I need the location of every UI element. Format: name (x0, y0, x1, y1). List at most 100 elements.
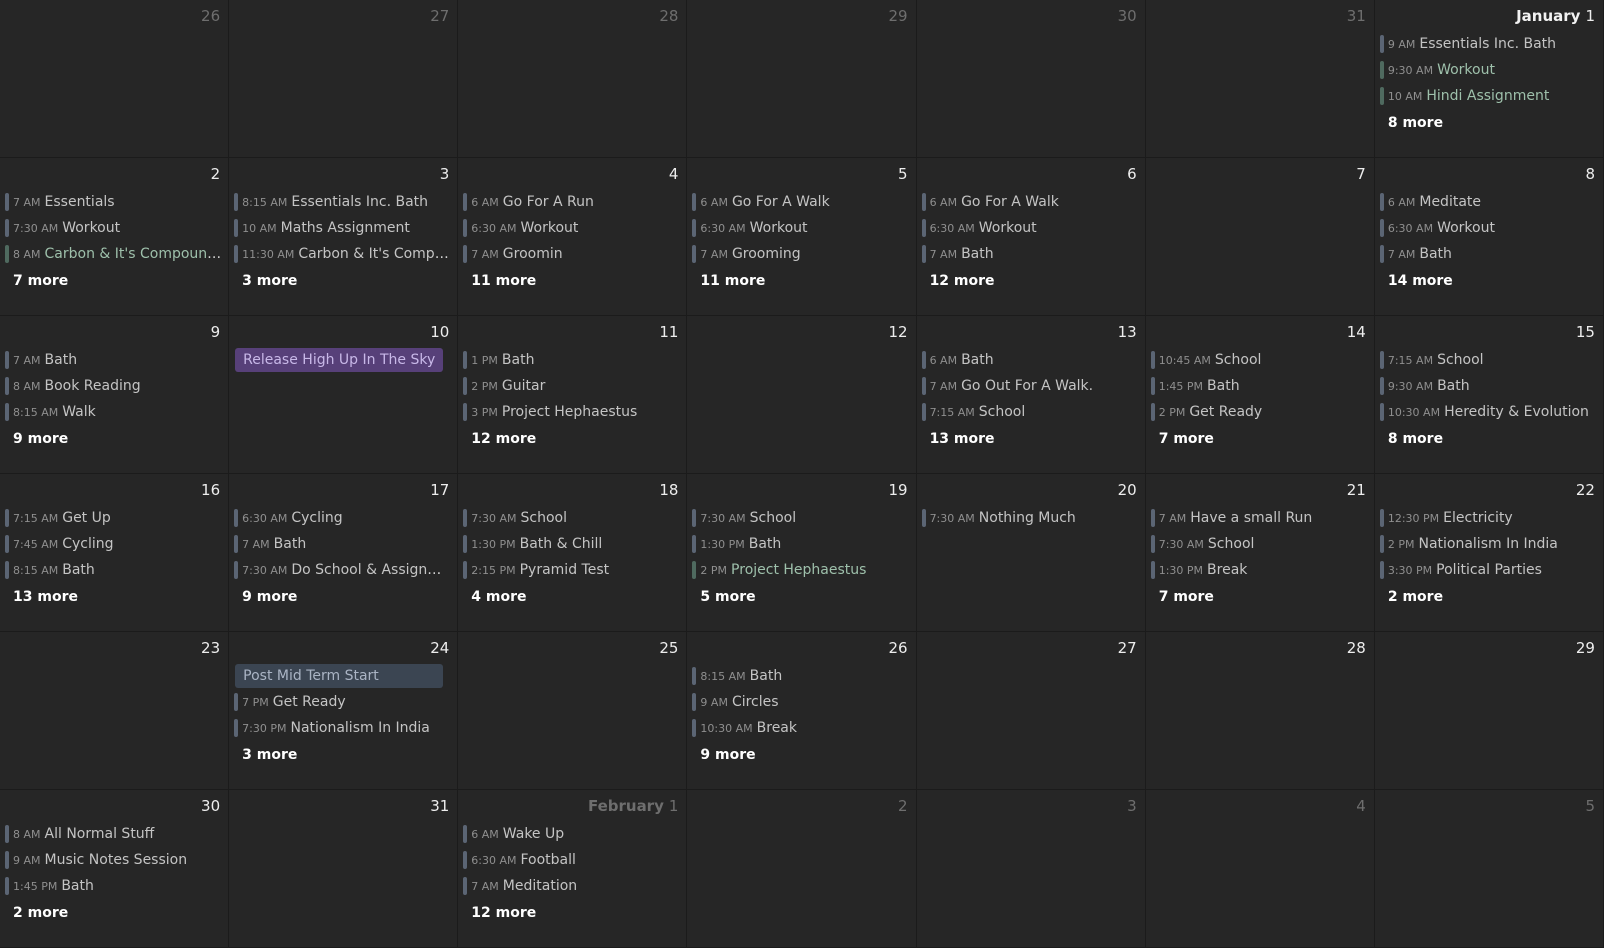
event-item[interactable]: 10 AM Maths Assignment (233, 216, 451, 240)
event-item[interactable]: 9 AM Circles (691, 690, 909, 714)
day-cell[interactable]: 19 7:30 AM School 1:30 PM Bath 2 PM Project He… (687, 474, 917, 632)
event-item[interactable]: 7:30 AM Workout (4, 216, 222, 240)
event-item[interactable]: 11:30 AM Carbon & It's Compo... (233, 242, 451, 266)
event-item[interactable]: 1:45 PM Bath (1150, 374, 1368, 398)
day-cell[interactable]: 28 (458, 0, 688, 158)
event-item[interactable]: 7 AM Go Out For A Walk. (921, 374, 1139, 398)
event-item[interactable]: 7 AM Essentials (4, 190, 222, 214)
day-cell[interactable]: 3 8:15 AM Essentials Inc. Bath 10 AM Maths A… (229, 158, 459, 316)
more-events-link[interactable]: 5 more (691, 584, 909, 608)
event-item[interactable]: 1:30 PM Bath & Chill (462, 532, 680, 556)
more-events-link[interactable]: 3 more (233, 268, 451, 292)
all-day-event[interactable]: Post Mid Term Start (235, 664, 444, 688)
more-events-link[interactable]: 8 more (1379, 426, 1597, 450)
day-cell[interactable]: 12 (687, 316, 917, 474)
day-cell[interactable]: 16 7:15 AM Get Up 7:45 AM Cycling 8:15 AM Bath… (0, 474, 230, 632)
event-item[interactable]: 7 AM Bath (233, 532, 451, 556)
day-cell[interactable]: 27 (916, 632, 1146, 790)
event-item[interactable]: 7:30 AM Nothing Much (921, 506, 1139, 530)
day-cell[interactable]: 25 (458, 632, 688, 790)
more-events-link[interactable]: 14 more (1379, 268, 1597, 292)
event-item[interactable]: 2 PM Get Ready (1150, 400, 1368, 424)
event-item[interactable]: 2 PM Project Hephaestus (691, 558, 909, 582)
more-events-link[interactable]: 13 more (4, 584, 222, 608)
day-cell[interactable]: 7 (1145, 158, 1375, 316)
day-cell[interactable]: 23 (0, 632, 230, 790)
day-cell[interactable]: February 1 6 AM Wake Up 6:30 AM Football 7 AM M… (458, 790, 688, 948)
day-cell[interactable]: 14 10:45 AM School 1:45 PM Bath 2 PM Get Ready… (1145, 316, 1375, 474)
day-cell[interactable]: January 1 9 AM Essentials Inc. Bath 9:30 AM W… (1374, 0, 1604, 158)
day-cell[interactable]: 97 AM Bath 8 AM Book Reading 8:15 AM Walk 9 mo… (0, 316, 230, 474)
more-events-link[interactable]: 2 more (1379, 584, 1597, 608)
event-item[interactable]: 7:30 AM School (462, 506, 680, 530)
event-item[interactable]: 6:30 AM Football (462, 848, 680, 872)
event-item[interactable]: 1:45 PM Bath (4, 874, 222, 898)
event-item[interactable]: 7 AM Have a small Run (1150, 506, 1368, 530)
event-item[interactable]: 3 PM Project Hephaestus (462, 400, 680, 424)
event-item[interactable]: 7 AM Grooming (691, 242, 909, 266)
event-item[interactable]: 9:30 AM Workout (1379, 58, 1597, 82)
event-item[interactable]: 8 AM Carbon & It's Compounds (4, 242, 222, 266)
more-events-link[interactable]: 11 more (462, 268, 680, 292)
event-item[interactable]: 7:45 AM Cycling (4, 532, 222, 556)
day-cell[interactable]: 27 AM Essentials 7:30 AM Workout 8 AM Carbon … (0, 158, 230, 316)
event-item[interactable]: 6:30 AM Cycling (233, 506, 451, 530)
day-cell[interactable]: 30 (916, 0, 1146, 158)
event-item[interactable]: 6:30 AM Workout (921, 216, 1139, 240)
more-events-link[interactable]: 9 more (233, 584, 451, 608)
more-events-link[interactable]: 9 more (691, 742, 909, 766)
event-item[interactable]: 7 AM Bath (1379, 242, 1597, 266)
day-cell[interactable]: 2 (687, 790, 917, 948)
day-cell[interactable]: 20 7:30 AM Nothing Much (916, 474, 1146, 632)
day-cell[interactable]: 13 6 AM Bath 7 AM Go Out For A Walk. 7:15 AM S… (916, 316, 1146, 474)
event-item[interactable]: 12:30 PM Electricity (1379, 506, 1597, 530)
event-item[interactable]: 10:30 AM Heredity & Evolution (1379, 400, 1597, 424)
event-item[interactable]: 6 AM Meditate (1379, 190, 1597, 214)
day-cell[interactable]: 3 (916, 790, 1146, 948)
event-item[interactable]: 9:30 AM Bath (1379, 374, 1597, 398)
event-item[interactable]: 8:15 AM Walk (4, 400, 222, 424)
event-item[interactable]: 6 AM Bath (921, 348, 1139, 372)
event-item[interactable]: 1:30 PM Bath (691, 532, 909, 556)
more-events-link[interactable]: 3 more (233, 742, 451, 766)
day-cell[interactable]: 18 7:30 AM School 1:30 PM Bath & Chill 2:15 P… (458, 474, 688, 632)
day-cell[interactable]: 56 AM Go For A Walk 6:30 AM Workout 7 AM Groo… (687, 158, 917, 316)
event-item[interactable]: 7:30 PM Nationalism In India (233, 716, 451, 740)
day-cell[interactable]: 86 AM Meditate 6:30 AM Workout 7 AM Bath 14 mo… (1374, 158, 1604, 316)
more-events-link[interactable]: 13 more (921, 426, 1139, 450)
event-item[interactable]: 8 AM Book Reading (4, 374, 222, 398)
event-item[interactable]: 7 AM Meditation (462, 874, 680, 898)
day-cell[interactable]: 31 (1145, 0, 1375, 158)
more-events-link[interactable]: 12 more (462, 426, 680, 450)
more-events-link[interactable]: 7 more (1150, 584, 1368, 608)
event-item[interactable]: 10:45 AM School (1150, 348, 1368, 372)
event-item[interactable]: 2 PM Guitar (462, 374, 680, 398)
day-cell[interactable]: 29 (687, 0, 917, 158)
event-item[interactable]: 7:30 AM Do School & Assignm... (233, 558, 451, 582)
more-events-link[interactable]: 7 more (1150, 426, 1368, 450)
day-cell[interactable]: 22 12:30 PM Electricity 2 PM Nationalism In … (1374, 474, 1604, 632)
day-cell[interactable]: 11 1 PM Bath 2 PM Guitar 3 PM Project Hephaest… (458, 316, 688, 474)
day-cell[interactable]: 5 (1374, 790, 1604, 948)
more-events-link[interactable]: 4 more (462, 584, 680, 608)
event-item[interactable]: 8 AM All Normal Stuff (4, 822, 222, 846)
more-events-link[interactable]: 11 more (691, 268, 909, 292)
event-item[interactable]: 7:15 AM School (1379, 348, 1597, 372)
day-cell[interactable]: 27 (229, 0, 459, 158)
event-item[interactable]: 2 PM Nationalism In India (1379, 532, 1597, 556)
day-cell[interactable]: 26 (0, 0, 230, 158)
day-cell[interactable]: 29 (1374, 632, 1604, 790)
event-item[interactable]: 8:15 AM Essentials Inc. Bath (233, 190, 451, 214)
more-events-link[interactable]: 2 more (4, 900, 222, 924)
day-cell[interactable]: 15 7:15 AM School 9:30 AM Bath 10:30 AM Heredi… (1374, 316, 1604, 474)
day-cell[interactable]: 21 7 AM Have a small Run 7:30 AM School 1:30 … (1145, 474, 1375, 632)
event-item[interactable]: 8:15 AM Bath (691, 664, 909, 688)
more-events-link[interactable]: 12 more (462, 900, 680, 924)
event-item[interactable]: 8:15 AM Bath (4, 558, 222, 582)
more-events-link[interactable]: 7 more (4, 268, 222, 292)
event-item[interactable]: 7:15 AM School (921, 400, 1139, 424)
event-item[interactable]: 7:30 AM School (691, 506, 909, 530)
event-item[interactable]: 3:30 PM Political Parties (1379, 558, 1597, 582)
more-events-link[interactable]: 9 more (4, 426, 222, 450)
event-item[interactable]: 6 AM Go For A Walk (921, 190, 1139, 214)
